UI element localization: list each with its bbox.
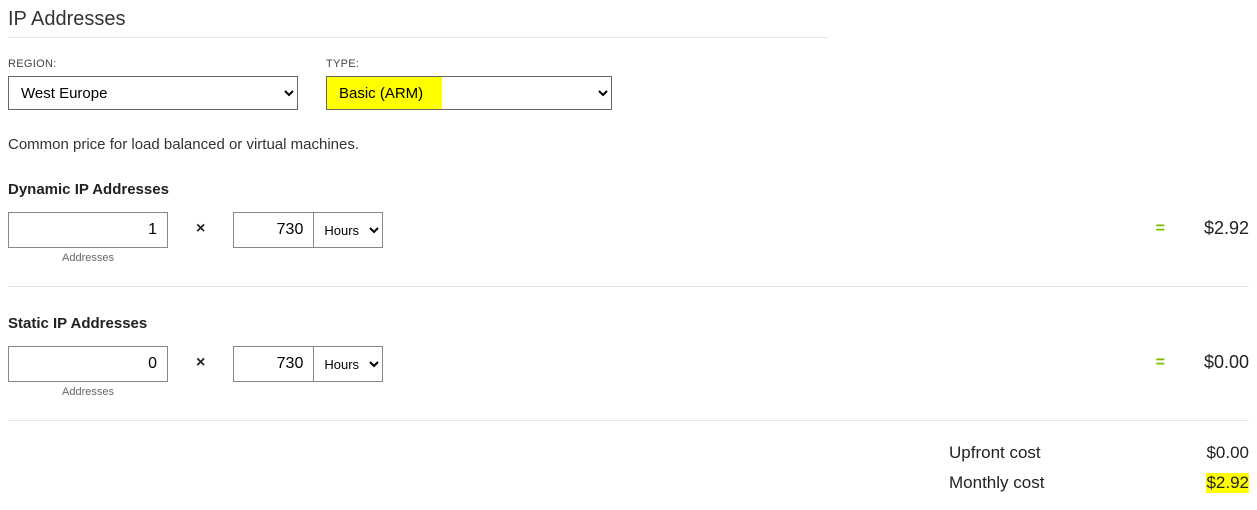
dynamic-addresses-sublabel: Addresses xyxy=(62,252,114,264)
static-addresses-sublabel: Addresses xyxy=(62,386,114,398)
static-ip-heading: Static IP Addresses xyxy=(8,315,1249,332)
type-select[interactable]: Basic (ARM) xyxy=(326,76,612,110)
static-price: $0.00 xyxy=(1189,352,1249,373)
description-text: Common price for load balanced or virtua… xyxy=(8,136,1249,153)
region-label: REGION: xyxy=(8,58,298,70)
section-title: IP Addresses xyxy=(8,0,828,38)
multiply-icon: × xyxy=(196,220,205,238)
region-select[interactable]: West Europe xyxy=(8,76,298,110)
monthly-cost-label: Monthly cost xyxy=(949,473,1044,493)
dynamic-ip-heading: Dynamic IP Addresses xyxy=(8,181,1249,198)
equals-icon: = xyxy=(1156,354,1165,372)
static-addresses-input[interactable] xyxy=(8,346,168,382)
equals-icon: = xyxy=(1156,220,1165,238)
dynamic-unit-select[interactable]: Hours xyxy=(313,212,383,248)
dynamic-addresses-input[interactable] xyxy=(8,212,168,248)
multiply-icon: × xyxy=(196,354,205,372)
upfront-cost-value: $0.00 xyxy=(1206,443,1249,463)
static-ip-row: Addresses × Hours = $0.00 xyxy=(8,346,1249,421)
dynamic-ip-row: Addresses × Hours = $2.92 xyxy=(8,212,1249,287)
monthly-cost-value: $2.92 xyxy=(1206,473,1249,493)
dynamic-price: $2.92 xyxy=(1189,218,1249,239)
totals-block: Upfront cost $0.00 Monthly cost $2.92 xyxy=(949,443,1249,503)
static-unit-select[interactable]: Hours xyxy=(313,346,383,382)
type-field-group: TYPE: Basic (ARM) xyxy=(326,58,612,110)
dynamic-hours-input[interactable] xyxy=(233,212,313,248)
region-field-group: REGION: West Europe xyxy=(8,58,298,110)
upfront-cost-label: Upfront cost xyxy=(949,443,1041,463)
static-hours-input[interactable] xyxy=(233,346,313,382)
type-label: TYPE: xyxy=(326,58,612,70)
